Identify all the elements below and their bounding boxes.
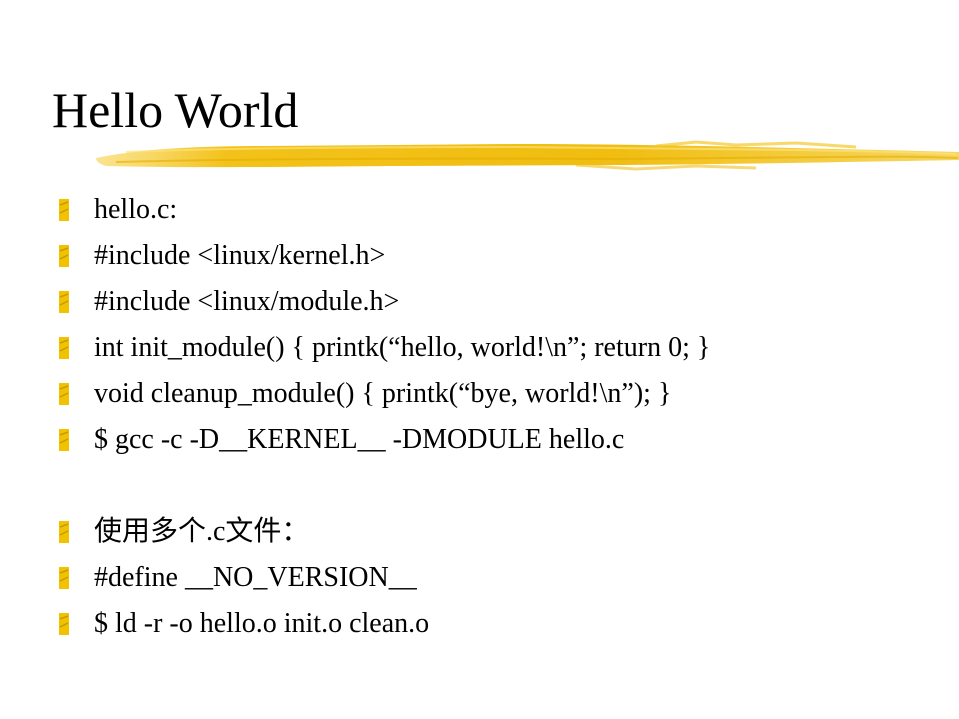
bullet-text: $ ld -r -o hello.o init.o clean.o: [94, 608, 430, 639]
yellow-z-bullet-icon: [59, 567, 69, 589]
bullet-text: hello.c:: [94, 194, 178, 225]
yellow-z-bullet-icon: [59, 521, 69, 543]
yellow-z-bullet-icon: [59, 245, 69, 267]
yellow-z-bullet-icon: [59, 383, 69, 405]
bullet-text: void cleanup_module() { printk(“bye, wor…: [94, 378, 672, 409]
bullet-text: 使用多个.c文件：: [94, 516, 310, 547]
yellow-z-bullet-icon: [59, 429, 69, 451]
bullet-text: #define __NO_VERSION__: [94, 562, 417, 593]
bullet-text: #include <linux/module.h>: [94, 286, 400, 317]
slide-title: Hello World: [52, 82, 299, 138]
yellow-z-bullet-icon: [59, 291, 69, 313]
yellow-z-bullet-icon: [59, 613, 69, 635]
bullet-text: $ gcc -c -D__KERNEL__ -DMODULE hello.c: [94, 424, 625, 455]
yellow-z-bullet-icon: [59, 199, 69, 221]
title-underline-brush: [96, 140, 959, 171]
bullet-text: int init_module() { printk(“hello, world…: [94, 332, 711, 363]
yellow-z-bullet-icon: [59, 337, 69, 359]
bullet-text: #include <linux/kernel.h>: [94, 240, 386, 271]
